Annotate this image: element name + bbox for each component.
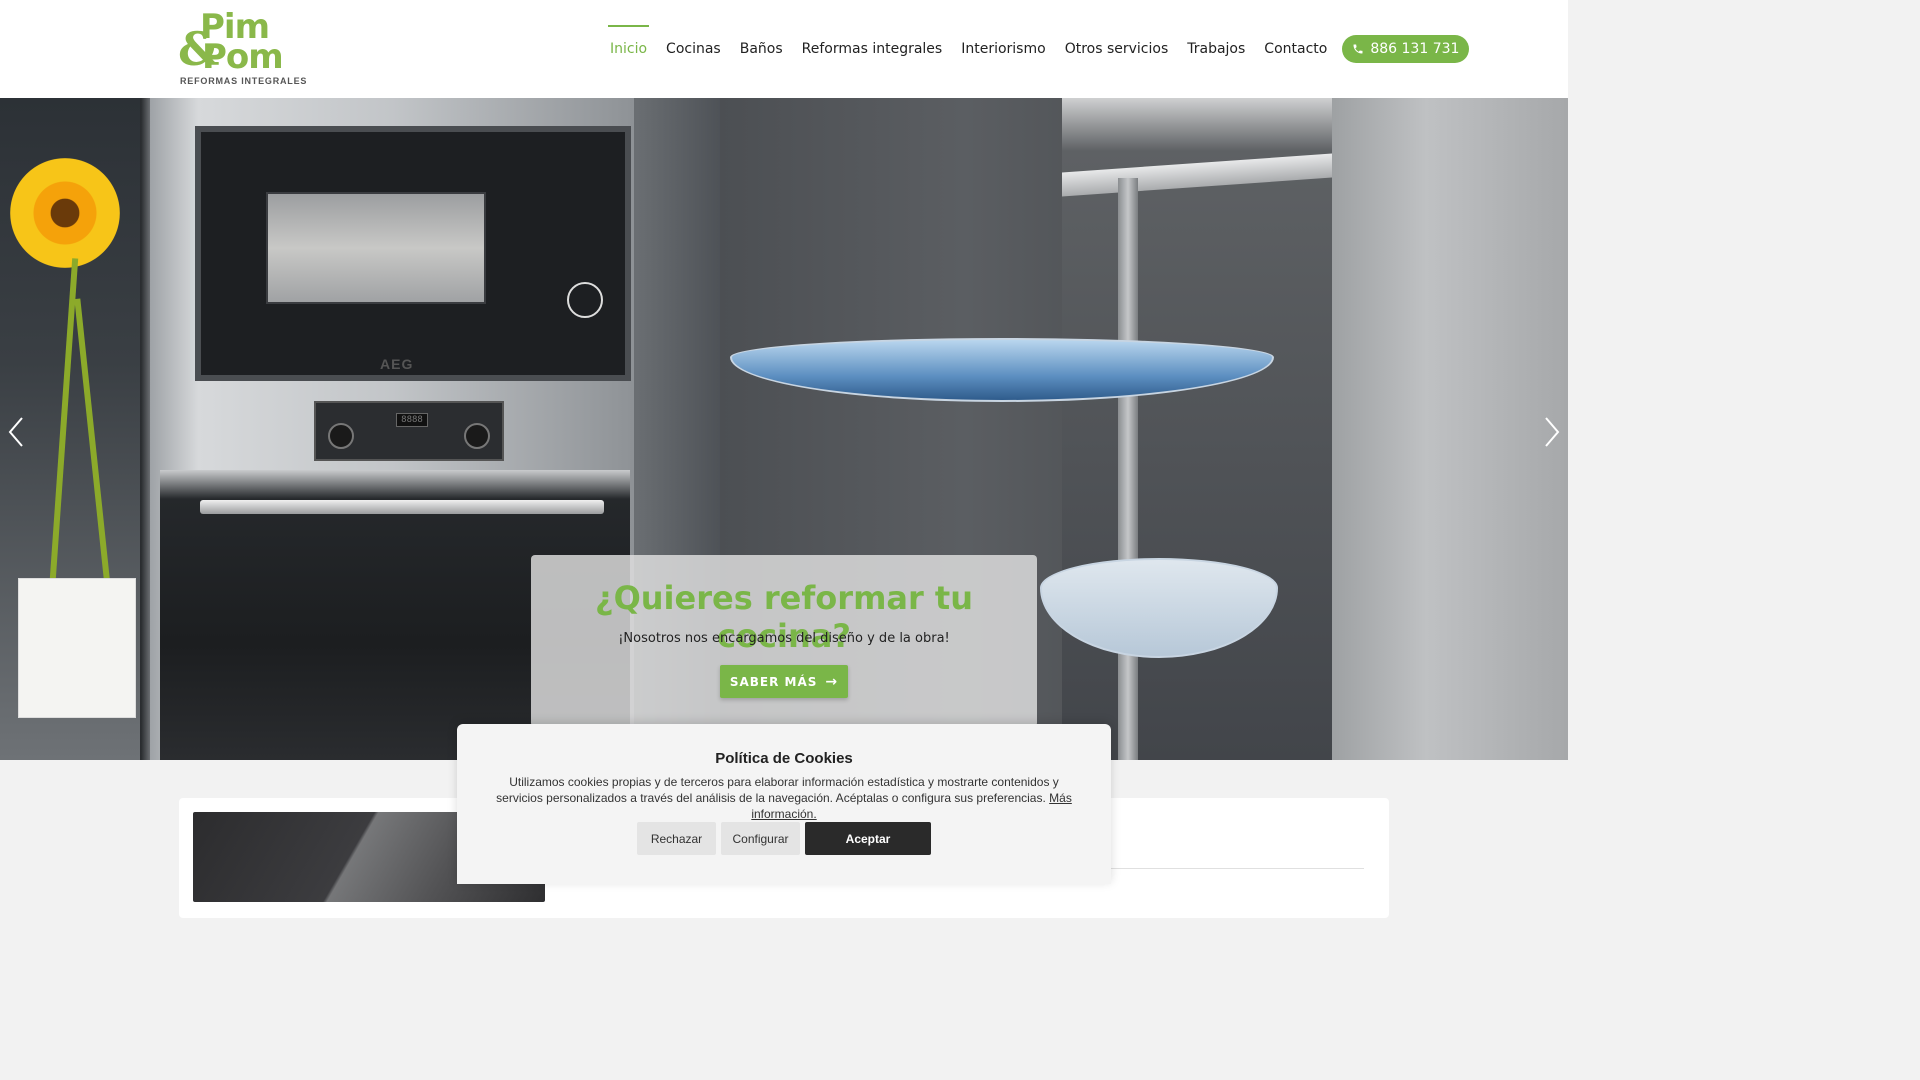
phone-icon [1352,43,1364,55]
planter [18,578,136,718]
cookie-reject-button[interactable]: Rechazar [637,822,716,855]
cookie-banner: Política de Cookies Utilizamos cookies p… [457,724,1111,884]
cabinet-interior [1062,98,1332,760]
site-header: & Pim Pom REFORMAS INTEGRALES Inicio Coc… [0,0,1568,98]
logo-tagline: REFORMAS INTEGRALES [180,76,308,86]
cookie-description: Utilizamos cookies propias y de terceros… [496,775,1059,805]
arrow-right-icon: → [825,673,839,690]
logo[interactable]: & Pim Pom REFORMAS INTEGRALES [178,10,306,88]
saber-mas-button[interactable]: SABER MÁS → [720,665,848,698]
carousel-pole [1118,178,1138,760]
slider-prev-button[interactable] [2,412,32,452]
appliance-brand: AEG [380,356,414,372]
nav-item-inicio[interactable]: Inicio [607,25,650,63]
oven-display-digits: 8888 [401,415,423,425]
nav-item-trabajos[interactable]: Trabajos [1187,35,1245,63]
oven-handle [200,500,604,514]
microwave-window [266,192,486,304]
nav-item-cocinas[interactable]: Cocinas [666,35,721,63]
microwave [195,126,631,381]
saber-mas-label: SABER MÁS [729,674,818,689]
nav-item-contacto[interactable]: Contacto [1264,35,1327,63]
microwave-panel [565,172,615,332]
hero-subtitle: ¡Nosotros nos encargamos del diseño y de… [618,631,950,646]
nav-item-reformas-integrales[interactable]: Reformas integrales [802,35,943,63]
cookie-text: Utilizamos cookies propias y de terceros… [489,774,1079,822]
chevron-right-icon [1536,417,1566,456]
oven-display: 8888 [396,413,428,427]
cookie-title: Política de Cookies [715,750,853,767]
cookie-configure-button[interactable]: Configurar [721,822,800,855]
hero-caption: ¿Quieres reformar tu cocina? ¡Nosotros n… [531,555,1037,727]
sunflower-decoration [0,138,120,288]
slider-next-button[interactable] [1536,412,1566,452]
oven-knob [464,423,490,449]
microwave-knob [567,282,603,318]
hero-bg-right [1332,98,1568,760]
sunflower-head [10,158,120,268]
hero-slider: AEG 8888 ¿Quieres reformar tu cocina? ¡N… [0,98,1568,760]
phone-button[interactable]: 886 131 731 [1342,35,1470,63]
logo-name-line2: Pom [202,37,284,77]
oven-control-panel: 8888 [314,401,504,461]
chevron-left-icon [2,417,32,456]
nav-item-banos[interactable]: Baños [740,35,783,63]
phone-number: 886 131 731 [1370,41,1460,57]
oven-knob [328,423,354,449]
main-nav: Inicio Cocinas Baños Reformas integrales… [600,0,1470,98]
nav-item-interiorismo[interactable]: Interiorismo [961,35,1045,63]
nav-item-otros-servicios[interactable]: Otros servicios [1065,35,1169,63]
cookie-accept-button[interactable]: Aceptar [805,822,931,855]
